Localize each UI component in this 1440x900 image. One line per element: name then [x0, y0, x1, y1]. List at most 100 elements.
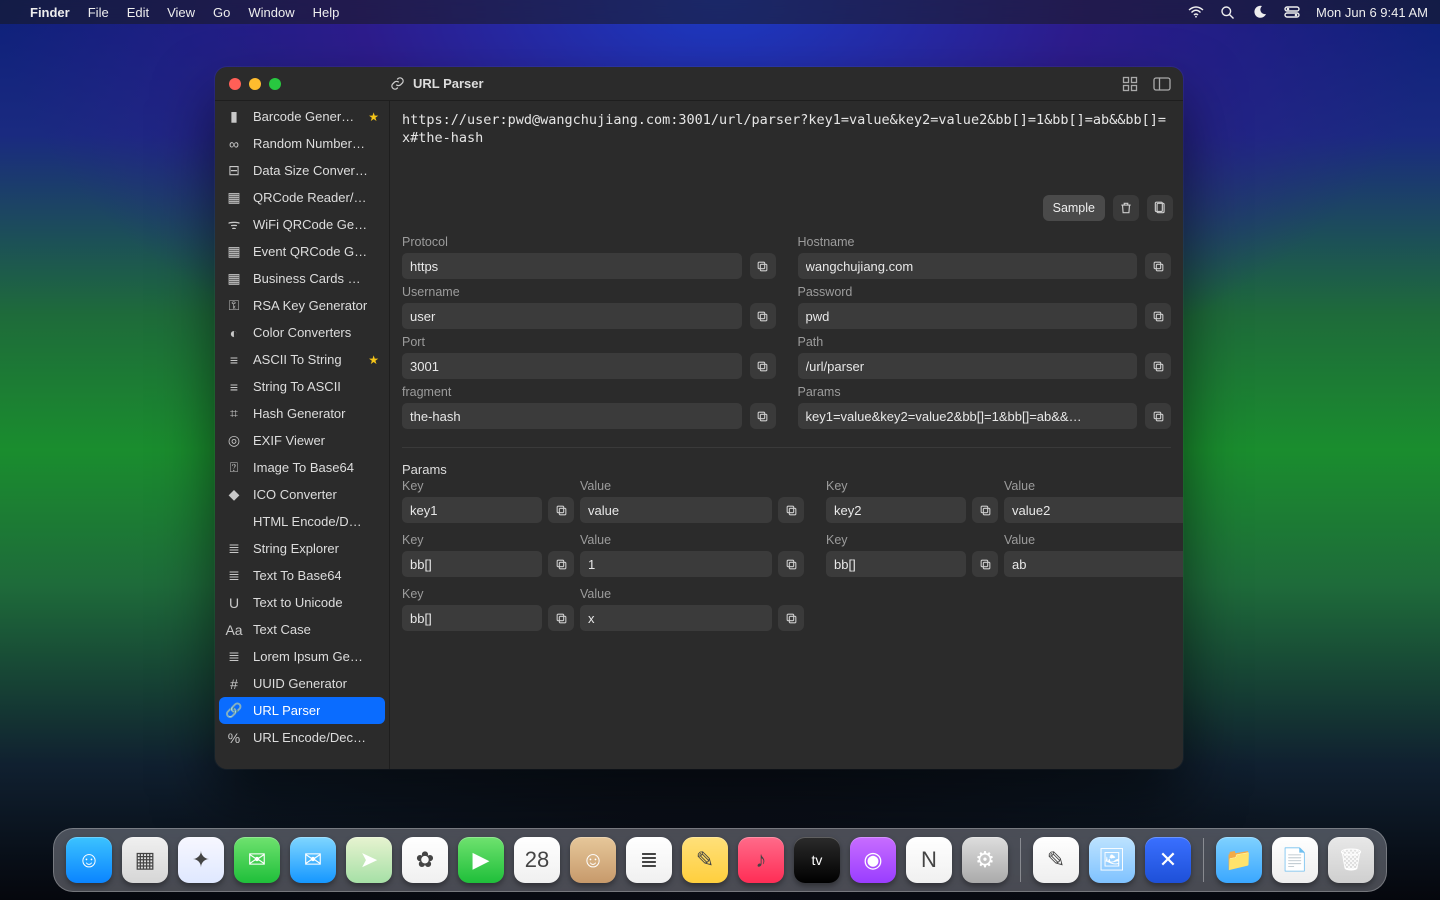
menubar-app[interactable]: Finder	[30, 5, 70, 20]
param-key-2-copy-button[interactable]	[548, 551, 574, 577]
sidebar-item-random-number-g[interactable]: ∞Random Number G…	[215, 130, 389, 157]
sidebar-item-event-qrcode-gen[interactable]: ▦Event QRCode Gen…	[215, 238, 389, 265]
control-center-icon[interactable]	[1284, 4, 1300, 20]
menu-window[interactable]: Window	[248, 5, 294, 20]
password-copy-button[interactable]	[1145, 303, 1171, 329]
menu-file[interactable]: File	[88, 5, 109, 20]
dock-app-folder[interactable]: 📁	[1216, 837, 1262, 883]
sidebar-item-data-size-converter[interactable]: ⊟Data Size Converter	[215, 157, 389, 184]
dock-app-photos[interactable]: ✿	[402, 837, 448, 883]
sidebar-item-string-explorer[interactable]: ≣String Explorer	[215, 535, 389, 562]
clear-button[interactable]	[1113, 195, 1139, 221]
param-key-field[interactable]	[402, 497, 542, 523]
dock-app-pages[interactable]: 📄	[1272, 837, 1318, 883]
hostname-copy-button[interactable]	[1145, 253, 1171, 279]
params-copy-button[interactable]	[1145, 403, 1171, 429]
sidebar-item-image-to-base64[interactable]: ⍰Image To Base64	[215, 454, 389, 481]
param-value-field[interactable]	[1004, 551, 1183, 577]
param-key-1-copy-button[interactable]	[972, 497, 998, 523]
sidebar-item-rsa-key-generator[interactable]: ⚿RSA Key Generator	[215, 292, 389, 319]
spotlight-icon[interactable]	[1220, 4, 1236, 20]
param-value-2-copy-button[interactable]	[778, 551, 804, 577]
sidebar-item-url-parser[interactable]: 🔗URL Parser	[219, 697, 385, 724]
param-key-field[interactable]	[826, 551, 966, 577]
menu-view[interactable]: View	[167, 5, 195, 20]
menu-edit[interactable]: Edit	[127, 5, 149, 20]
dock-app-utility[interactable]: ✕	[1145, 837, 1191, 883]
param-value-field[interactable]	[580, 605, 772, 631]
port-copy-button[interactable]	[750, 353, 776, 379]
dock-app-news[interactable]: N	[906, 837, 952, 883]
fragment-field[interactable]	[402, 403, 742, 429]
sidebar-item-url-encode-decode[interactable]: %URL Encode/Decode	[215, 724, 389, 751]
close-window-button[interactable]	[229, 78, 241, 90]
sidebar-item-business-cards-qr[interactable]: ▦Business Cards QR…	[215, 265, 389, 292]
dock-app-mail[interactable]: ✉	[290, 837, 336, 883]
dock-app-launchpad[interactable]: ▦	[122, 837, 168, 883]
password-field[interactable]	[798, 303, 1138, 329]
param-value-field[interactable]	[580, 497, 772, 523]
sidebar-item-uuid-generator[interactable]: #UUID Generator	[215, 670, 389, 697]
sidebar-item-text-to-base64[interactable]: ≣Text To Base64	[215, 562, 389, 589]
param-value-field[interactable]	[1004, 497, 1183, 523]
dock-app-reminders[interactable]: ≣	[626, 837, 672, 883]
dock-app-music[interactable]: ♪	[738, 837, 784, 883]
path-copy-button[interactable]	[1145, 353, 1171, 379]
menu-go[interactable]: Go	[213, 5, 230, 20]
username-field[interactable]	[402, 303, 742, 329]
menubar-clock[interactable]: Mon Jun 6 9:41 AM	[1316, 5, 1428, 20]
sidebar-item-qrcode-reader-ge[interactable]: ▦QRCode Reader/Ge…	[215, 184, 389, 211]
sidebar-item-string-to-ascii[interactable]: ≡String To ASCII	[215, 373, 389, 400]
params-field[interactable]	[798, 403, 1138, 429]
url-input[interactable]: https://user:pwd@wangchujiang.com:3001/u…	[390, 101, 1183, 193]
dock-app-calendar[interactable]: 28	[514, 837, 560, 883]
paste-button[interactable]	[1147, 195, 1173, 221]
dock-app-podcasts[interactable]: ◉	[850, 837, 896, 883]
dock-app-finder[interactable]: ☺	[66, 837, 112, 883]
protocol-field[interactable]	[402, 253, 742, 279]
dock-app-contacts[interactable]: ☺	[570, 837, 616, 883]
param-key-field[interactable]	[402, 551, 542, 577]
username-copy-button[interactable]	[750, 303, 776, 329]
menu-help[interactable]: Help	[313, 5, 340, 20]
zoom-window-button[interactable]	[269, 78, 281, 90]
param-key-0-copy-button[interactable]	[548, 497, 574, 523]
sidebar-item-color-converters[interactable]: ◐Color Converters	[215, 319, 389, 346]
param-key-4-copy-button[interactable]	[548, 605, 574, 631]
dock-app-tv[interactable]: tv	[794, 837, 840, 883]
sidebar-item-exif-viewer[interactable]: ◎EXIF Viewer	[215, 427, 389, 454]
param-value-4-copy-button[interactable]	[778, 605, 804, 631]
sidebar-item-text-to-unicode[interactable]: UText to Unicode	[215, 589, 389, 616]
sidebar-item-ascii-to-string[interactable]: ≡ASCII To String★	[215, 346, 389, 373]
fragment-copy-button[interactable]	[750, 403, 776, 429]
sidebar-item-wifi-qrcode-gener[interactable]: ᯤWiFi QRCode Gener…	[215, 211, 389, 238]
wifi-icon[interactable]	[1188, 4, 1204, 20]
dock-app-trash[interactable]: 🗑	[1328, 837, 1374, 883]
grid-view-icon[interactable]	[1121, 75, 1139, 93]
sidebar-item-text-case[interactable]: AaText Case	[215, 616, 389, 643]
param-key-field[interactable]	[826, 497, 966, 523]
dock-app-notes[interactable]: ✎	[682, 837, 728, 883]
sidebar-item-lorem-ipsum-gener[interactable]: ≣Lorem Ipsum Gener…	[215, 643, 389, 670]
minimize-window-button[interactable]	[249, 78, 261, 90]
sample-button[interactable]: Sample	[1043, 195, 1105, 221]
sidebar-item-html-encode-dec[interactable]: HTML Encode/Dec…	[215, 508, 389, 535]
dock-app-maps[interactable]: ➤	[346, 837, 392, 883]
dock-app-preview[interactable]: 🖼	[1089, 837, 1135, 883]
dock-app-messages[interactable]: ✉	[234, 837, 280, 883]
param-value-0-copy-button[interactable]	[778, 497, 804, 523]
path-field[interactable]	[798, 353, 1138, 379]
dock-app-safari[interactable]: ✦	[178, 837, 224, 883]
do-not-disturb-icon[interactable]	[1252, 4, 1268, 20]
sidebar-item-barcode-gener[interactable]: ▮Barcode Gener…★	[215, 103, 389, 130]
dock-app-settings[interactable]: ⚙	[962, 837, 1008, 883]
param-key-3-copy-button[interactable]	[972, 551, 998, 577]
dock-app-textedit[interactable]: ✎	[1033, 837, 1079, 883]
protocol-copy-button[interactable]	[750, 253, 776, 279]
sidebar-item-ico-converter[interactable]: ◆ICO Converter	[215, 481, 389, 508]
sidebar-toggle-icon[interactable]	[1153, 75, 1171, 93]
param-key-field[interactable]	[402, 605, 542, 631]
port-field[interactable]	[402, 353, 742, 379]
param-value-field[interactable]	[580, 551, 772, 577]
dock-app-facetime[interactable]: ▶	[458, 837, 504, 883]
